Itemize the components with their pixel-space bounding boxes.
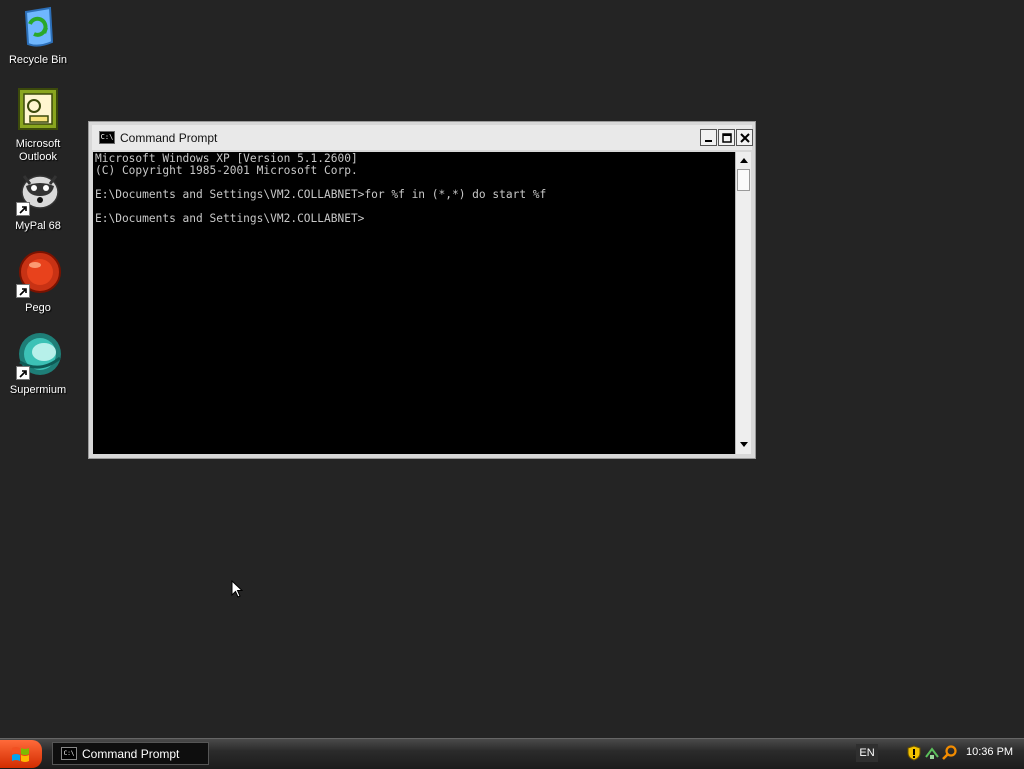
desktop-icon-label: MyPal 68 <box>15 220 61 232</box>
desktop-icon-recycle-bin[interactable]: Recycle Bin <box>0 2 76 67</box>
shortcut-arrow-icon <box>16 202 30 216</box>
supermium-icon <box>14 332 62 380</box>
desktop-icon-label: Recycle Bin <box>8 54 68 66</box>
mouse-cursor-icon <box>231 580 243 598</box>
command-prompt-window[interactable]: C:\ Command Prompt Microsoft Windows XP … <box>88 121 756 459</box>
command-prompt-icon: C:\ <box>61 747 77 760</box>
console-output[interactable]: Microsoft Windows XP [Version 5.1.2600](… <box>93 152 735 454</box>
close-button[interactable] <box>736 129 753 146</box>
language-indicator[interactable]: EN <box>856 744 878 762</box>
network-icon[interactable] <box>924 745 940 761</box>
maximize-icon <box>721 132 732 143</box>
arrow-down-icon <box>739 442 748 447</box>
window-titlebar[interactable]: C:\ Command Prompt <box>92 125 753 150</box>
start-button[interactable] <box>0 740 42 768</box>
command-prompt-icon: C:\ <box>99 131 115 144</box>
arrow-up-icon <box>739 158 748 163</box>
minimize-button[interactable] <box>700 129 717 146</box>
vertical-scrollbar[interactable] <box>735 152 751 454</box>
desktop-icon-supermium[interactable]: Supermium <box>0 332 76 397</box>
console-prompt-line: E:\Documents and Settings\VM2.COLLABNET> <box>95 212 365 225</box>
taskbar-button-command-prompt[interactable]: C:\ Command Prompt <box>52 742 209 765</box>
maximize-button[interactable] <box>718 129 735 146</box>
shortcut-arrow-icon <box>16 284 30 298</box>
recycle-bin-icon <box>14 2 62 50</box>
taskbar: C:\ Command Prompt EN 10:36 PM <box>0 738 1024 769</box>
raccoon-icon <box>14 168 62 216</box>
scroll-up-button[interactable] <box>736 152 751 168</box>
console-line: E:\Documents and Settings\VM2.COLLABNET>… <box>95 188 547 201</box>
outlook-icon <box>14 86 62 134</box>
desktop-icon-mypal[interactable]: MyPal 68 <box>0 168 76 233</box>
desktop-icon-microsoft-outlook[interactable]: Microsoft Outlook <box>0 86 76 164</box>
desktop-icon-label: Microsoft Outlook <box>15 138 61 163</box>
scroll-thumb[interactable] <box>737 169 750 191</box>
close-icon <box>739 132 750 143</box>
minimize-icon <box>705 140 712 142</box>
pego-icon <box>14 250 62 298</box>
windows-logo-icon <box>12 747 29 762</box>
desktop-icon-label: Supermium <box>9 384 67 396</box>
system-clock[interactable]: 10:36 PM <box>966 746 1013 758</box>
desktop-icon-label: Pego <box>25 302 51 314</box>
security-shield-icon[interactable] <box>906 745 922 761</box>
shortcut-arrow-icon <box>16 366 30 380</box>
scroll-down-button[interactable] <box>736 437 751 453</box>
console-line: (C) Copyright 1985-2001 Microsoft Corp. <box>95 164 358 177</box>
search-icon[interactable] <box>942 745 958 761</box>
window-title: Command Prompt <box>120 131 218 145</box>
taskbar-button-label: Command Prompt <box>82 747 180 761</box>
desktop-icon-pego[interactable]: Pego <box>0 250 76 315</box>
